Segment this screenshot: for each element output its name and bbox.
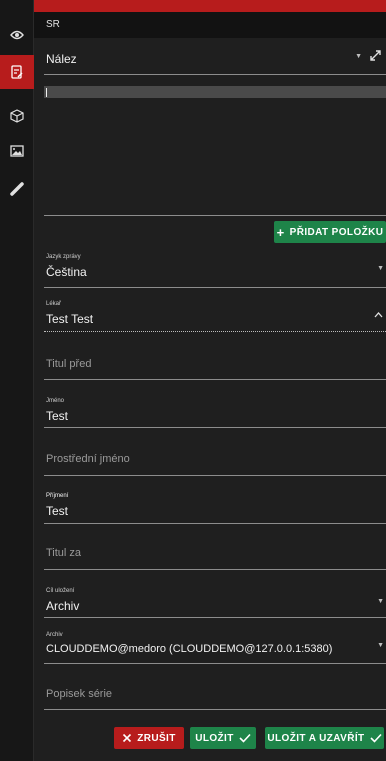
text-cursor xyxy=(46,88,47,97)
editor-toolbar xyxy=(44,86,386,98)
archive-select[interactable]: Archiv CLOUDDEMO@medoro (CLOUDDEMO@127.0… xyxy=(44,626,386,664)
cube-icon xyxy=(10,109,24,123)
field-underline xyxy=(44,287,386,288)
view-button[interactable] xyxy=(0,18,34,52)
save-and-close-button[interactable]: ULOŽIT A UZAVŘÍT xyxy=(265,727,384,749)
window-title: SR xyxy=(34,12,386,38)
series-description-placeholder: Popisek série xyxy=(46,688,113,700)
save-button[interactable]: ULOŽIT xyxy=(190,727,256,749)
language-select[interactable]: Jazyk zprávy Čeština ▼ xyxy=(44,250,386,288)
divider xyxy=(44,74,386,75)
doctor-value: Test Test xyxy=(46,312,94,326)
chevron-down-icon[interactable]: ▼ xyxy=(355,53,362,60)
save-target-value: Archiv xyxy=(46,599,80,613)
check-icon xyxy=(369,733,382,743)
doctor-select[interactable]: Lékař Test Test xyxy=(44,296,386,332)
first-name-value: Test xyxy=(46,409,69,423)
title-after-placeholder: Titul za xyxy=(46,547,82,559)
field-underline xyxy=(44,569,386,570)
last-name-label: Příjmení xyxy=(46,493,69,499)
save-and-close-label: ULOŽIT A UZAVŘÍT xyxy=(267,732,365,744)
archive-value: CLOUDDEMO@medoro (CLOUDDEMO@127.0.0.1:53… xyxy=(46,643,333,655)
field-underline xyxy=(44,379,386,380)
field-underline xyxy=(44,427,386,428)
findings-editor[interactable] xyxy=(44,86,386,216)
report-button[interactable] xyxy=(0,55,34,89)
images-button[interactable] xyxy=(0,134,34,168)
add-item-button[interactable]: + PŘIDAT POLOŽKU xyxy=(274,221,386,243)
field-underline xyxy=(44,523,386,524)
tool-sidebar xyxy=(0,0,34,761)
check-icon xyxy=(239,733,251,743)
plus-icon: + xyxy=(276,224,285,240)
title-before-placeholder: Titul před xyxy=(46,358,92,370)
expand-icon[interactable] xyxy=(369,49,382,62)
save-target-select[interactable]: Cíl uložení Archiv ▼ xyxy=(44,580,386,618)
field-underline xyxy=(44,617,386,618)
title-after-input[interactable]: Titul za xyxy=(44,534,386,570)
last-name-input[interactable]: Příjmení Test xyxy=(44,486,386,524)
field-underline xyxy=(44,331,386,332)
chevron-down-icon: ▼ xyxy=(377,598,384,605)
cancel-button[interactable]: ZRUŠIT xyxy=(114,727,184,749)
save-target-label: Cíl uložení xyxy=(46,588,75,594)
language-value: Čeština xyxy=(46,265,87,279)
report-edit-icon xyxy=(11,65,23,79)
first-name-input[interactable]: Jméno Test xyxy=(44,390,386,428)
section-label: Nález xyxy=(46,52,77,66)
field-underline xyxy=(44,663,386,664)
chevron-down-icon: ▼ xyxy=(377,265,384,272)
chevron-down-icon: ▼ xyxy=(377,642,384,649)
measure-button[interactable] xyxy=(0,172,34,206)
save-label: ULOŽIT xyxy=(195,732,234,744)
first-name-label: Jméno xyxy=(46,398,65,404)
language-label: Jazyk zprávy xyxy=(46,254,81,260)
doctor-label: Lékař xyxy=(46,301,62,307)
middle-name-input[interactable]: Prostřední jméno xyxy=(44,440,386,476)
top-accent-bar xyxy=(34,0,386,12)
middle-name-placeholder: Prostřední jméno xyxy=(46,453,130,465)
editor-underline xyxy=(44,215,386,216)
title-before-input[interactable]: Titul před xyxy=(44,344,386,380)
series-description-input[interactable]: Popisek série xyxy=(44,674,386,710)
last-name-value: Test xyxy=(46,504,69,518)
chevron-up-icon xyxy=(374,312,383,318)
eye-icon xyxy=(10,30,24,40)
ruler-icon xyxy=(10,182,24,196)
archive-label: Archiv xyxy=(46,632,63,638)
close-icon xyxy=(123,733,132,743)
cancel-label: ZRUŠIT xyxy=(137,732,176,744)
field-underline xyxy=(44,709,386,710)
field-underline xyxy=(44,475,386,476)
3d-button[interactable] xyxy=(0,99,34,133)
section-select[interactable]: Nález ▼ xyxy=(34,38,386,76)
report-panel: SR Nález ▼ + PŘIDAT POLOŽKU Jazyk zprávy… xyxy=(34,0,386,761)
add-item-label: PŘIDAT POLOŽKU xyxy=(289,226,384,238)
image-icon xyxy=(10,145,24,157)
